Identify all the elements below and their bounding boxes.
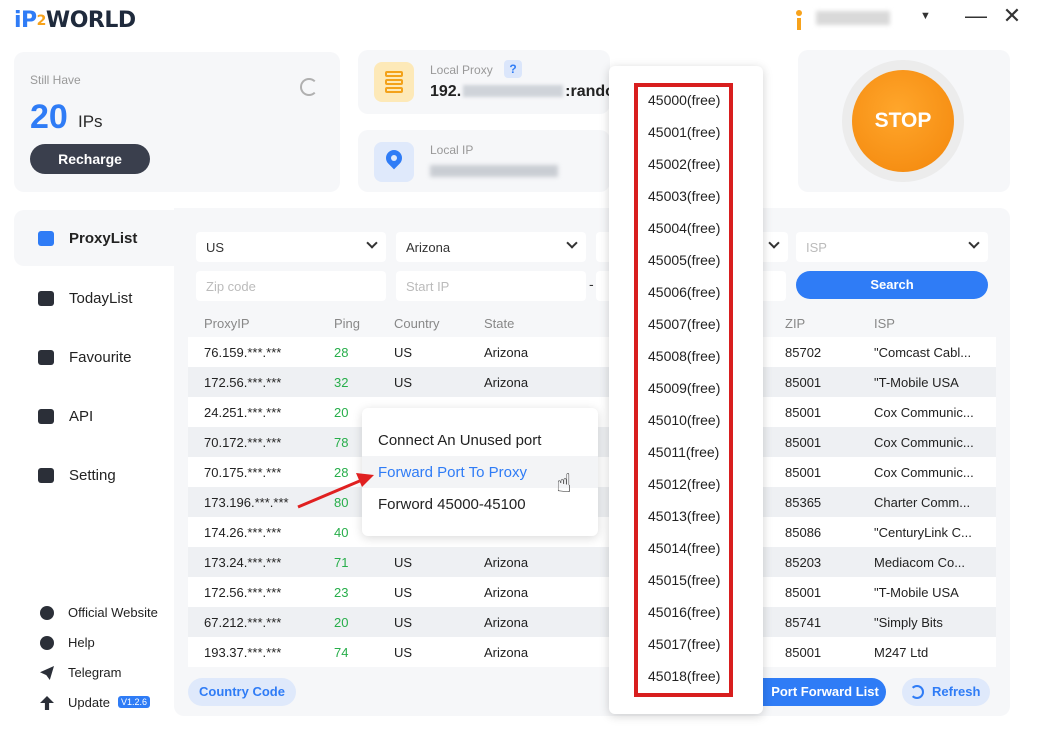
col-header-country: Country [394, 316, 440, 331]
menu-item-connect-unused-port[interactable]: Connect An Unused port [378, 432, 541, 449]
sidebar-item-label: Setting [69, 467, 116, 484]
title-bar: iP2WORLD ▼ — ✕ [0, 0, 1040, 44]
search-button[interactable]: Search [796, 271, 988, 299]
port-option[interactable]: 45015(free) [648, 572, 720, 588]
minimize-button[interactable]: — [964, 4, 988, 28]
sidebar-item-label: API [69, 408, 94, 425]
chevron-down-icon [366, 237, 378, 249]
local-proxy-label: Local Proxy [430, 63, 493, 77]
stop-button[interactable]: STOP [852, 70, 954, 172]
sidebar-item-api[interactable]: API [14, 388, 174, 444]
chevron-down-icon [566, 237, 578, 249]
menu-item-forward-range[interactable]: Forword 45000-45100 [378, 496, 526, 513]
stop-card: STOP [798, 50, 1010, 192]
port-option[interactable]: 45008(free) [648, 348, 720, 364]
isp-select[interactable]: ISP [796, 232, 988, 262]
col-header-isp: ISP [874, 316, 895, 331]
port-option[interactable]: 45014(free) [648, 540, 720, 556]
user-menu[interactable]: ▼ [790, 8, 940, 30]
server-icon [374, 62, 414, 102]
sidebar-item-favourite[interactable]: Favourite [14, 329, 174, 385]
table-row[interactable]: 193.37.***.*** 74 US Arizona 85001 M247 Ltd [188, 637, 996, 667]
gear-icon [38, 468, 54, 483]
sidebar-item-todaylist[interactable]: TodayList [14, 270, 174, 326]
country-code-button[interactable]: Country Code [188, 678, 296, 706]
caret-down-icon[interactable]: ▼ [920, 10, 931, 22]
refresh-icon[interactable] [300, 78, 318, 96]
app-logo: iP2WORLD [14, 8, 136, 33]
upload-icon [40, 696, 54, 710]
port-option[interactable]: 45005(free) [648, 252, 720, 268]
help-icon[interactable]: ? [504, 60, 522, 78]
recharge-button[interactable]: Recharge [30, 144, 150, 174]
local-ip-card: Local IP [358, 130, 610, 192]
todaylist-icon [38, 291, 54, 306]
sidebar-item-label: TodayList [69, 290, 133, 307]
balance-card: Still Have 20 IPs Recharge [14, 52, 340, 192]
table-row[interactable]: 67.212.***.*** 20 US Arizona 85741 "Simply Bi… [188, 607, 996, 637]
port-option[interactable]: 45001(free) [648, 124, 720, 140]
table-row[interactable]: 76.159.***.*** 28 US Arizona 85702 "Comcast C… [188, 337, 996, 367]
col-header-ping: Ping [334, 316, 361, 331]
sidebar-item-label: ProxyList [69, 230, 138, 247]
refresh-button[interactable]: Refresh [902, 678, 990, 706]
port-option[interactable]: 45011(free) [648, 444, 719, 460]
version-badge: V1.2.6 [118, 696, 151, 708]
port-option[interactable]: 45017(free) [648, 636, 720, 652]
telegram-icon [40, 666, 54, 680]
country-select[interactable]: US [196, 232, 386, 262]
api-icon [38, 409, 54, 424]
globe-icon [40, 606, 54, 620]
port-option[interactable]: 45003(free) [648, 188, 720, 204]
chevron-down-icon [968, 237, 980, 249]
port-option[interactable]: 45007(free) [648, 316, 720, 332]
port-option[interactable]: 45009(free) [648, 380, 720, 396]
close-button[interactable]: ✕ [1000, 4, 1024, 28]
table-row[interactable]: 173.24.***.*** 71 US Arizona 85203 Mediacom C… [188, 547, 996, 577]
port-option[interactable]: 45006(free) [648, 284, 720, 300]
star-icon [38, 350, 54, 365]
port-option[interactable]: 45018(free) [648, 668, 720, 684]
table-row[interactable]: 172.56.***.*** 23 US Arizona 85001 "T-Mobile … [188, 577, 996, 607]
port-forward-list-button[interactable]: Port Forward List [752, 678, 886, 706]
user-icon [794, 10, 804, 30]
range-dash: - [589, 276, 594, 292]
chevron-down-icon [768, 237, 780, 249]
col-header-state: State [484, 316, 515, 331]
port-dropdown: 45000(free) 45001(free) 45002(free) 45003(f… [609, 66, 763, 714]
ip-count: 20 [30, 98, 68, 136]
redacted-text [463, 85, 564, 97]
port-option[interactable]: 45013(free) [648, 508, 720, 524]
local-ip-redacted [430, 165, 558, 177]
menu-item-forward-port-to-proxy[interactable]: Forward Port To Proxy [378, 464, 527, 481]
refresh-icon [910, 685, 924, 699]
hand-cursor-icon: ☝ [556, 468, 572, 498]
username-redacted [816, 11, 890, 25]
local-proxy-value[interactable]: 192.:rando [430, 83, 615, 101]
col-header-zip: ZIP [785, 316, 806, 331]
sidebar-item-setting[interactable]: Setting [14, 447, 174, 503]
table-row[interactable]: 172.56.***.*** 32 US Arizona 85001 "T-Mobile … [188, 367, 996, 397]
zip-input[interactable]: Zip code [196, 271, 386, 301]
ip-unit: IPs [78, 112, 103, 131]
sidebar-item-proxylist[interactable]: ProxyList [14, 210, 174, 266]
port-option[interactable]: 45012(free) [648, 476, 720, 492]
state-select[interactable]: Arizona [396, 232, 586, 262]
port-option[interactable]: 45004(free) [648, 220, 720, 236]
port-option[interactable]: 45010(free) [648, 412, 720, 428]
port-option[interactable]: 45000(free) [648, 92, 720, 108]
port-option[interactable]: 45002(free) [648, 156, 720, 172]
balance-label: Still Have [30, 73, 81, 87]
port-option[interactable]: 45016(free) [648, 604, 720, 620]
local-proxy-card: Local Proxy ? 192.:rando [358, 50, 615, 114]
location-pin-icon [374, 142, 414, 182]
proxylist-icon [38, 231, 54, 246]
col-header-proxyip: ProxyIP [204, 316, 250, 331]
sidebar-item-label: Favourite [69, 349, 132, 366]
local-ip-label: Local IP [430, 143, 474, 157]
start-ip-input[interactable]: Start IP [396, 271, 586, 301]
bulb-icon [40, 636, 54, 650]
